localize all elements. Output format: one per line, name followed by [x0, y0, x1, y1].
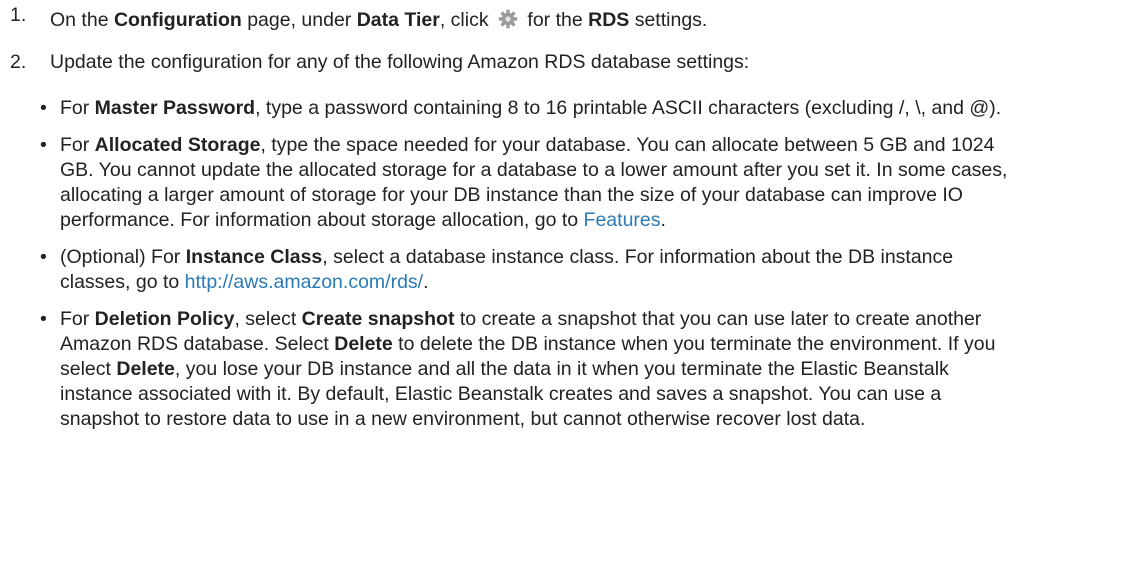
list-item-allocated-storage: • For Allocated Storage, type the space … — [0, 133, 1020, 233]
bullet-icon: • — [40, 97, 47, 119]
allocated-storage-label: Allocated Storage — [94, 134, 261, 156]
document-page: 1. On the Configuration page, under Data… — [0, 0, 1129, 576]
item-text: For — [60, 308, 95, 330]
rds-label: RDS — [588, 9, 630, 31]
deletion-policy-label: Deletion Policy — [94, 308, 235, 330]
item-text: , select — [234, 308, 302, 330]
step-text: , click — [439, 9, 494, 31]
step-text: settings. — [629, 9, 708, 31]
list-item-instance-class: • (Optional) For Instance Class, select … — [0, 245, 1020, 295]
list-item-master-password: • For Master Password, type a password c… — [0, 96, 1020, 121]
create-snapshot-label: Create snapshot — [301, 308, 455, 330]
instance-class-label: Instance Class — [185, 246, 323, 268]
step-text: Update the configuration for any of the … — [50, 51, 750, 73]
item-text: , you lose your DB instance and all the … — [60, 358, 949, 430]
bullet-icon: • — [40, 134, 47, 156]
configuration-label: Configuration — [113, 9, 242, 31]
step-2: 2. Update the configuration for any of t… — [0, 50, 1129, 75]
delete-label: Delete — [334, 333, 393, 355]
item-text: , type a password containing 8 to 16 pri… — [255, 97, 1002, 119]
master-password-label: Master Password — [94, 97, 256, 119]
data-tier-label: Data Tier — [356, 9, 440, 31]
delete-label: Delete — [116, 358, 175, 380]
item-text: For — [60, 97, 95, 119]
item-text: . — [423, 271, 429, 293]
item-text: (Optional) For — [60, 246, 186, 268]
step-text: for the — [522, 9, 589, 31]
list-item-deletion-policy: • For Deletion Policy, select Create sna… — [0, 307, 1020, 432]
settings-list: • For Master Password, type a password c… — [0, 96, 1100, 432]
item-text: . — [660, 209, 666, 231]
features-link[interactable]: Features — [584, 209, 661, 231]
step-1: 1. On the Configuration page, under Data… — [0, 4, 1129, 33]
step-number: 2. — [10, 51, 27, 73]
item-text: For — [60, 134, 95, 156]
gear-icon — [498, 9, 518, 29]
aws-rds-link[interactable]: http://aws.amazon.com/rds/ — [185, 271, 423, 293]
step-number: 1. — [10, 4, 27, 26]
step-text: page, under — [241, 9, 357, 31]
bullet-icon: • — [40, 308, 47, 330]
step-text: On the — [50, 9, 114, 31]
bullet-icon: • — [40, 246, 47, 268]
